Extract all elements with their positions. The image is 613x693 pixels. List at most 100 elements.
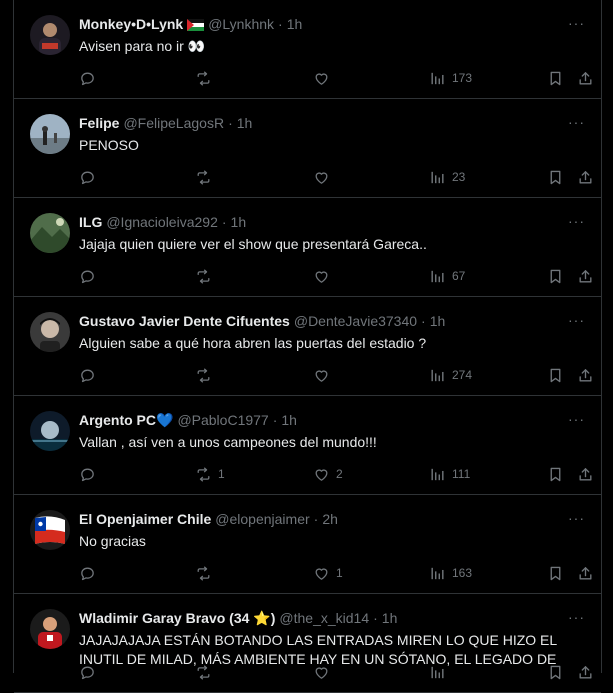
bookmark-button[interactable] <box>547 266 564 286</box>
bookmark-button[interactable] <box>547 662 564 682</box>
handle[interactable]: @FelipeLagosR <box>123 114 224 132</box>
timestamp[interactable]: 1h <box>430 312 446 330</box>
more-options-button[interactable]: ··· <box>568 511 585 525</box>
reply-button[interactable] <box>79 563 102 583</box>
share-icon <box>577 367 594 384</box>
like-count: 2 <box>336 467 343 481</box>
bookmark-button[interactable] <box>547 464 564 484</box>
display-name[interactable]: Monkey•D•Lynk <box>79 15 183 33</box>
reply-button[interactable] <box>79 68 102 88</box>
avatar[interactable] <box>30 114 70 154</box>
bookmark-button[interactable] <box>547 68 564 88</box>
like-button[interactable] <box>313 662 336 682</box>
timestamp[interactable]: 1h <box>287 15 303 33</box>
tweet[interactable]: ILG @Ignacioleiva292 · 1h ··· Jajaja quien qu… <box>14 198 601 297</box>
timestamp[interactable]: 1h <box>281 411 297 429</box>
tweet[interactable]: Gustavo Javier Dente Cifuentes @DenteJavi… <box>14 297 601 396</box>
heart-icon <box>313 565 330 582</box>
display-name[interactable]: ILG <box>79 213 102 231</box>
views-button[interactable]: 173 <box>429 68 472 88</box>
bookmark-button[interactable] <box>547 365 564 385</box>
display-name[interactable]: Felipe <box>79 114 119 132</box>
like-button[interactable]: 2 <box>313 464 343 484</box>
share-button[interactable] <box>577 563 594 583</box>
more-options-button[interactable]: ··· <box>568 115 585 129</box>
more-options-button[interactable]: ··· <box>568 412 585 426</box>
reply-button[interactable] <box>79 365 102 385</box>
like-button[interactable]: 1 <box>313 563 343 583</box>
views-icon <box>429 169 446 186</box>
share-button[interactable] <box>577 167 594 187</box>
handle[interactable]: @DenteJavie37340 <box>294 312 417 330</box>
retweet-button[interactable] <box>195 68 218 88</box>
tweet[interactable]: Wladimir Garay Bravo (34 ⭐) @the_x_kid14 ·… <box>14 594 601 693</box>
display-name[interactable]: El Openjaimer Chile <box>79 510 211 528</box>
tweet[interactable]: El Openjaimer Chile @elopenjaimer · 2h ··· No… <box>14 495 601 594</box>
avatar[interactable] <box>30 510 70 550</box>
more-options-button[interactable]: ··· <box>568 214 585 228</box>
retweet-button[interactable]: 1 <box>195 464 225 484</box>
timestamp[interactable]: 1h <box>382 609 398 627</box>
avatar[interactable] <box>30 609 70 649</box>
share-icon <box>577 664 594 681</box>
bookmark-button[interactable] <box>547 167 564 187</box>
display-name[interactable]: Gustavo Javier Dente Cifuentes <box>79 312 290 330</box>
bookmark-button[interactable] <box>547 563 564 583</box>
retweet-button[interactable] <box>195 266 218 286</box>
view-count: 163 <box>452 566 473 580</box>
like-button[interactable] <box>313 68 336 88</box>
reply-button[interactable] <box>79 662 102 682</box>
share-button[interactable] <box>577 68 594 88</box>
handle[interactable]: @elopenjaimer <box>215 510 309 528</box>
tweet-text: No gracias <box>79 533 146 549</box>
view-count: 67 <box>452 269 466 283</box>
avatar[interactable] <box>30 15 70 55</box>
handle[interactable]: @the_x_kid14 <box>279 609 369 627</box>
timestamp[interactable]: 1h <box>231 213 247 231</box>
tweet-actions <box>79 662 595 682</box>
separator-dot: · <box>373 610 378 626</box>
avatar[interactable] <box>30 411 70 451</box>
share-button[interactable] <box>577 365 594 385</box>
tweet[interactable]: Argento PC💙 @PabloC1977 · 1h ··· Vallan , así… <box>14 396 601 495</box>
handle[interactable]: @Ignacioleiva292 <box>106 213 218 231</box>
share-button[interactable] <box>577 464 594 484</box>
tweet-text: Alguien sabe a qué hora abren las puerta… <box>79 335 427 351</box>
retweet-icon <box>195 169 212 186</box>
views-button[interactable]: 111 <box>429 464 470 484</box>
more-options-button[interactable]: ··· <box>568 610 585 624</box>
views-button[interactable]: 274 <box>429 365 472 385</box>
reply-icon <box>79 664 96 681</box>
retweet-button[interactable] <box>195 662 218 682</box>
timestamp[interactable]: 2h <box>322 510 338 528</box>
more-options-button[interactable]: ··· <box>568 16 585 30</box>
reply-button[interactable] <box>79 464 102 484</box>
share-button[interactable] <box>577 662 594 682</box>
views-button[interactable]: 163 <box>429 563 472 583</box>
like-button[interactable] <box>313 167 336 187</box>
share-icon <box>577 268 594 285</box>
view-count: 111 <box>452 467 471 481</box>
avatar[interactable] <box>30 312 70 352</box>
handle[interactable]: @Lynkhnk <box>208 15 274 33</box>
retweet-button[interactable] <box>195 167 218 187</box>
like-button[interactable] <box>313 365 336 385</box>
retweet-button[interactable] <box>195 563 218 583</box>
like-button[interactable] <box>313 266 336 286</box>
tweet[interactable]: Monkey•D•Lynk @Lynkhnk · 1h ··· Avisen para n… <box>14 0 601 99</box>
tweet[interactable]: Felipe @FelipeLagosR · 1h ··· PENOSO 23 <box>14 99 601 198</box>
retweet-button[interactable] <box>195 365 218 385</box>
display-name[interactable]: Argento PC💙 <box>79 411 173 429</box>
views-button[interactable]: 67 <box>429 266 465 286</box>
view-count: 274 <box>452 368 473 382</box>
avatar[interactable] <box>30 213 70 253</box>
handle[interactable]: @PabloC1977 <box>177 411 268 429</box>
reply-button[interactable] <box>79 167 102 187</box>
display-name[interactable]: Wladimir Garay Bravo (34 ⭐) <box>79 609 275 627</box>
share-button[interactable] <box>577 266 594 286</box>
reply-button[interactable] <box>79 266 102 286</box>
views-button[interactable] <box>429 662 452 682</box>
more-options-button[interactable]: ··· <box>568 313 585 327</box>
timestamp[interactable]: 1h <box>237 114 253 132</box>
views-button[interactable]: 23 <box>429 167 465 187</box>
